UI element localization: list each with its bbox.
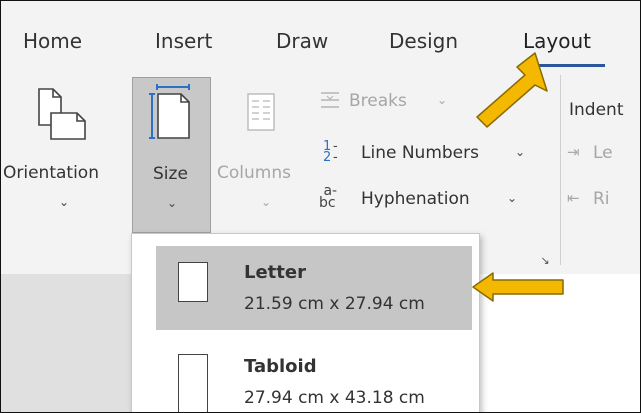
size-label: Size xyxy=(153,164,188,184)
size-option-name: Letter xyxy=(244,262,306,283)
tab-insert[interactable]: Insert xyxy=(155,29,212,53)
columns-icon xyxy=(247,93,275,131)
size-option-letter[interactable]: Letter 21.59 cm x 27.94 cm xyxy=(156,246,472,330)
indent-right-icon: ⇤ xyxy=(567,189,580,207)
hyphenation-icon: a-bc xyxy=(319,183,338,211)
breaks-icon xyxy=(321,92,339,108)
chevron-down-icon: ⌄ xyxy=(261,195,272,209)
tab-design[interactable]: Design xyxy=(389,29,458,53)
orientation-label: Orientation xyxy=(3,163,99,183)
chevron-down-icon: ⌄ xyxy=(167,196,178,210)
annotation-arrow-layout xyxy=(476,52,548,128)
line-numbers-icon: 12 xyxy=(323,139,332,165)
size-option-dims: 21.59 cm x 27.94 cm xyxy=(244,294,425,314)
annotation-arrow-letter xyxy=(472,272,564,302)
line-numbers-icon-dashes: -- xyxy=(333,139,338,165)
size-option-dims: 27.94 cm x 43.18 cm xyxy=(244,388,425,408)
hyphenation-button[interactable]: a-bc Hyphenation ⌄ xyxy=(319,183,539,215)
line-numbers-label: Line Numbers xyxy=(361,143,479,163)
chevron-down-icon: ⌄ xyxy=(515,145,526,159)
orientation-button[interactable]: Orientation ⌄ xyxy=(1,77,127,233)
chevron-down-icon: ⌄ xyxy=(507,191,518,205)
size-icon xyxy=(149,84,190,139)
tab-layout[interactable]: Layout xyxy=(523,29,591,53)
paper-icon xyxy=(178,262,208,302)
size-option-tabloid[interactable]: Tabloid 27.94 cm x 43.18 cm xyxy=(156,342,472,412)
size-option-name: Tabloid xyxy=(244,356,317,377)
indent-left-icon: ⇥ xyxy=(567,143,580,161)
columns-label: Columns xyxy=(217,163,291,183)
size-dropdown-menu: Letter 21.59 cm x 27.94 cm Tabloid 27.94… xyxy=(131,233,480,412)
group-separator xyxy=(560,75,561,265)
chevron-down-icon: ⌄ xyxy=(59,195,70,209)
hyphenation-label: Hyphenation xyxy=(361,189,470,209)
orientation-icon xyxy=(38,88,86,140)
breaks-button[interactable]: Breaks ⌄ xyxy=(319,87,459,115)
word-window: Home Insert Draw Design Layout Orientati… xyxy=(0,0,641,413)
line-numbers-button[interactable]: 12 -- Line Numbers ⌄ xyxy=(319,139,539,169)
indent-left-label: Le xyxy=(593,143,613,163)
columns-button[interactable]: Columns ⌄ xyxy=(213,77,291,233)
indent-right-label: Ri xyxy=(593,189,610,209)
dialog-launcher-icon[interactable]: ↘ xyxy=(538,254,552,268)
size-button[interactable]: Size ⌄ xyxy=(132,77,211,233)
chevron-down-icon: ⌄ xyxy=(437,93,448,107)
breaks-label: Breaks xyxy=(349,91,407,111)
indent-left-control[interactable]: ⇥ Le xyxy=(567,141,640,167)
indent-right-control[interactable]: ⇤ Ri xyxy=(567,187,640,213)
tab-home[interactable]: Home xyxy=(23,29,82,53)
indent-label: Indent xyxy=(569,100,624,120)
tab-draw[interactable]: Draw xyxy=(276,29,328,53)
paper-icon xyxy=(178,354,208,412)
